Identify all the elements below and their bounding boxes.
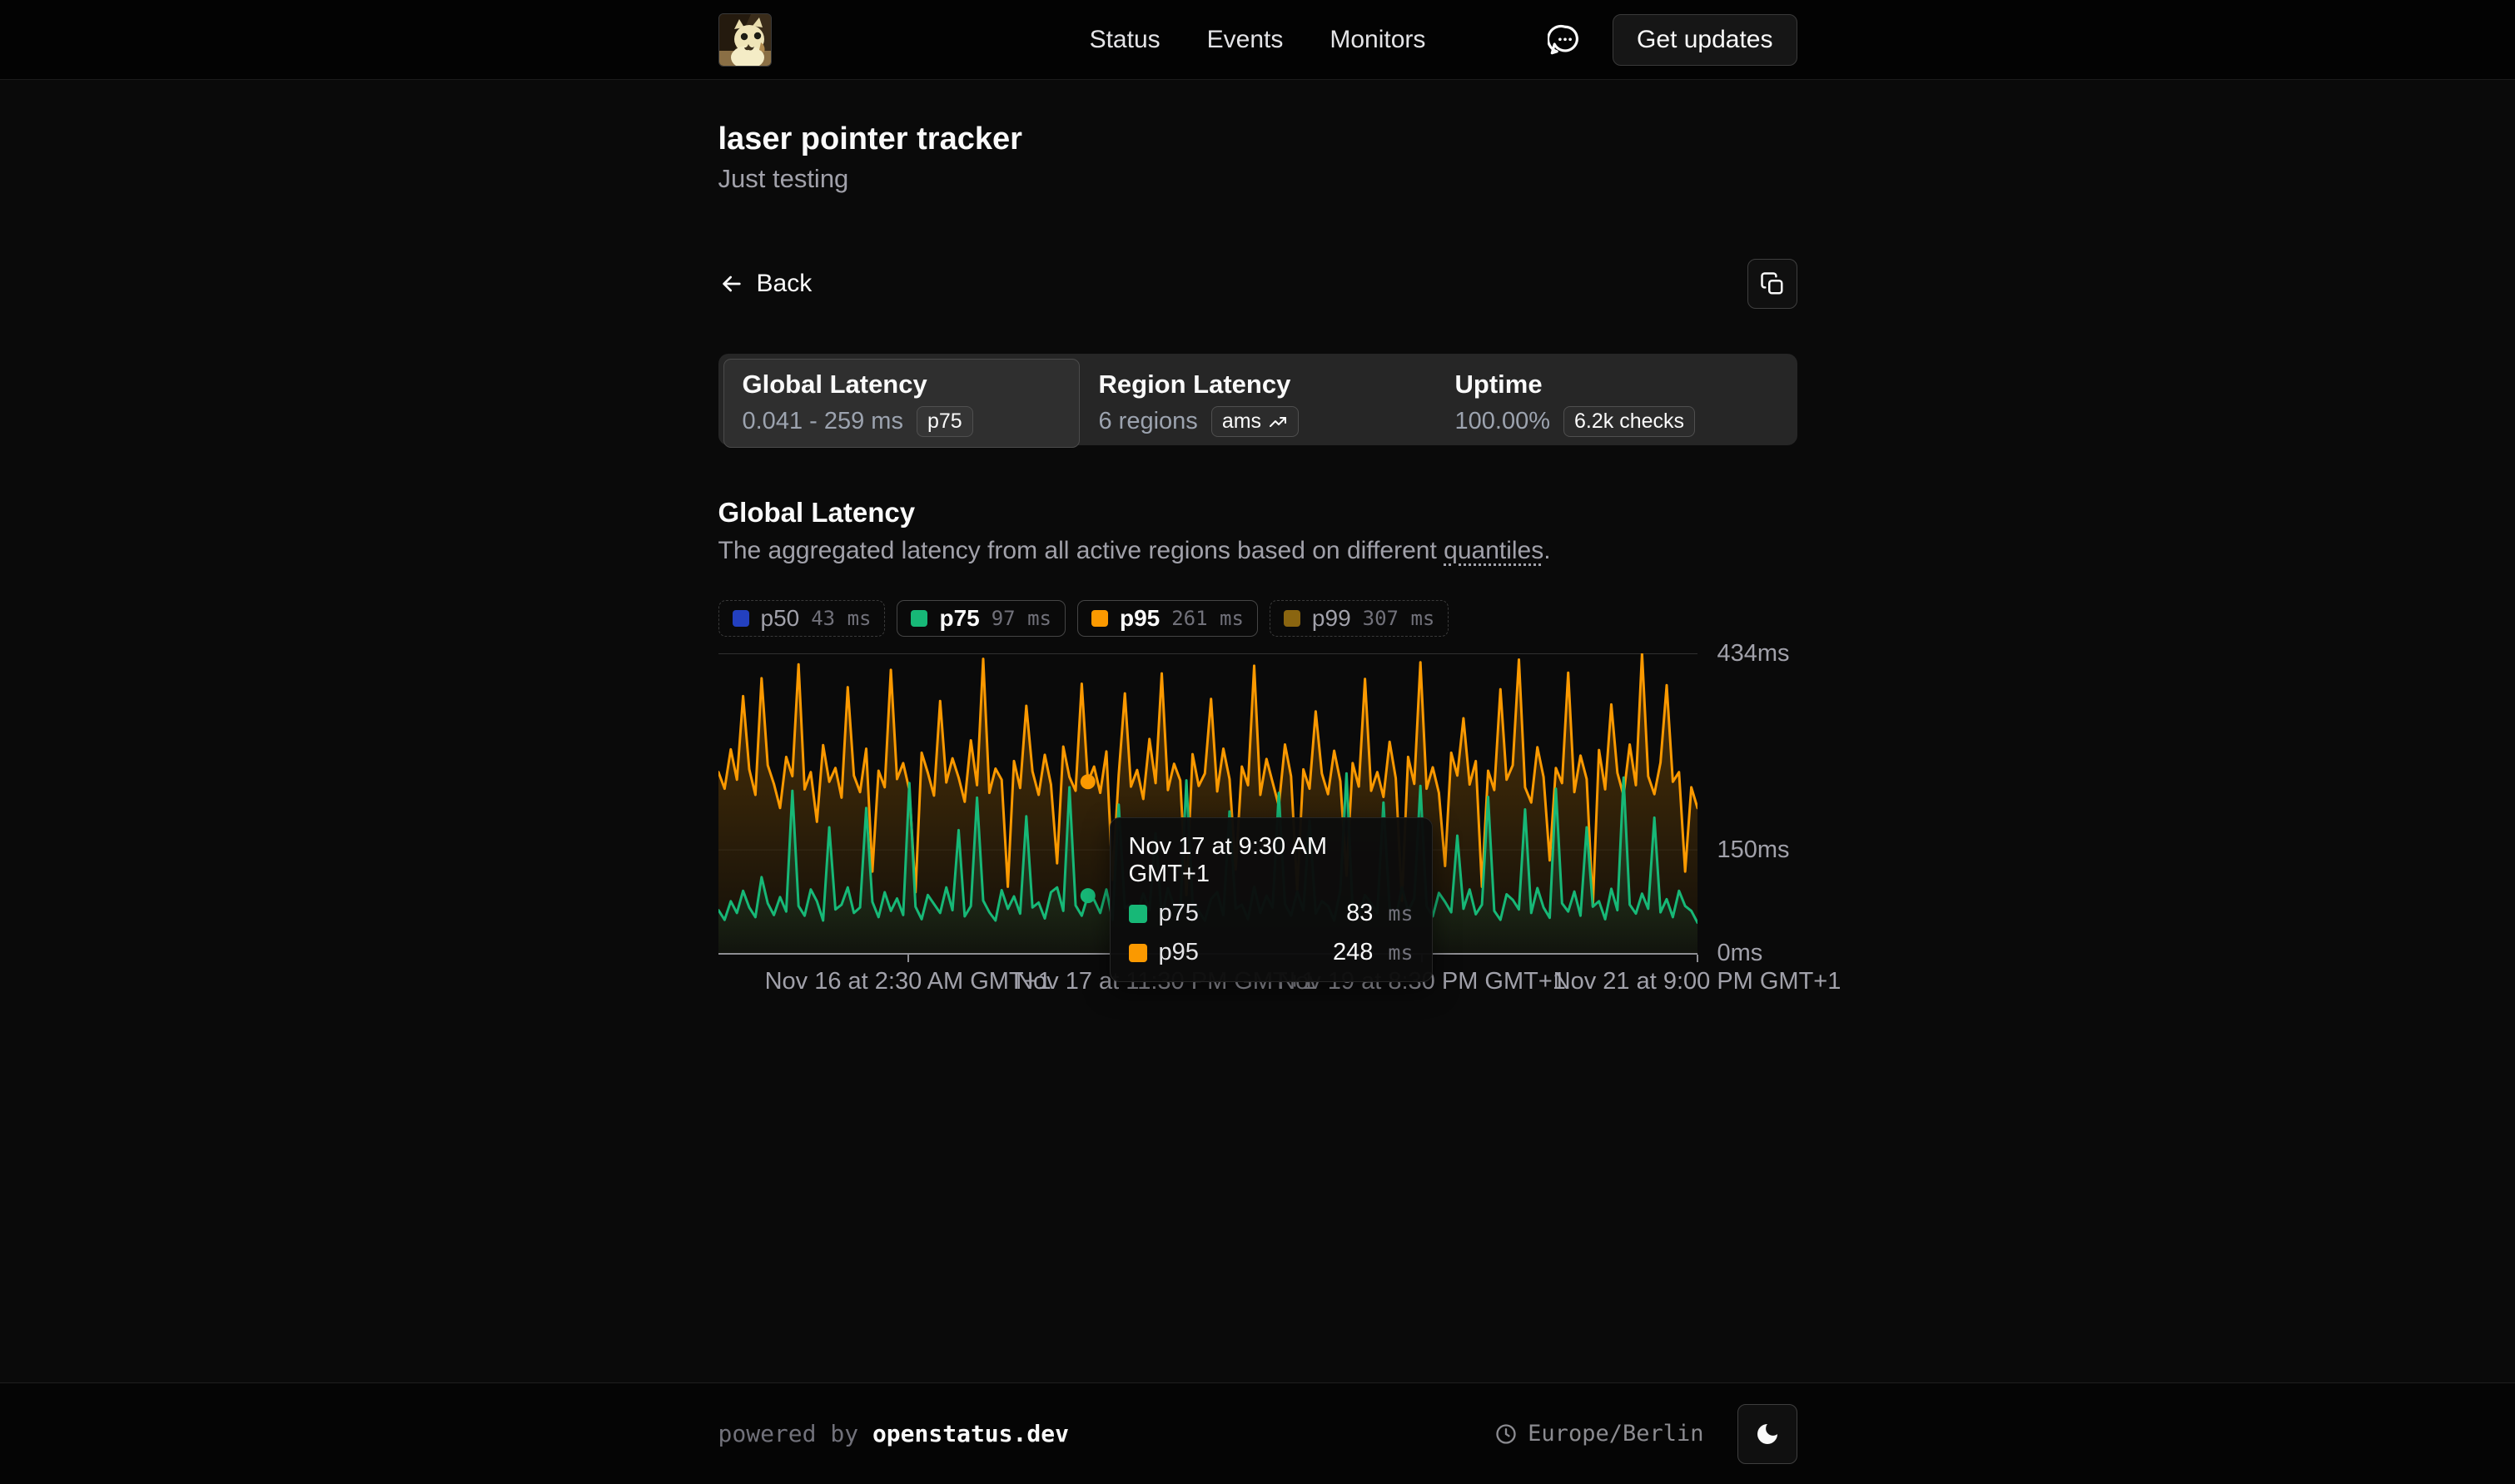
nav-link-monitors[interactable]: Monitors xyxy=(1330,26,1425,54)
moon-icon xyxy=(1754,1421,1781,1447)
arrow-left-icon xyxy=(718,270,745,297)
chat-bubble-icon xyxy=(1548,22,1583,57)
chart-legend: p50 43 ms p75 97 ms p95 261 ms p99 307 m… xyxy=(718,600,1797,637)
tab-label: Region Latency xyxy=(1099,370,1417,400)
legend-badge-p50[interactable]: p50 43 ms xyxy=(718,600,886,637)
tab-value: 0.041 - 259 ms xyxy=(743,408,903,435)
nav-right-group: Get updates xyxy=(1548,14,1797,66)
legend-badge-p75[interactable]: p75 97 ms xyxy=(897,600,1066,637)
tab-value: 6 regions xyxy=(1099,408,1198,435)
legend-badge-p95[interactable]: p95 261 ms xyxy=(1077,600,1258,637)
quantile-badge: p75 xyxy=(917,406,973,437)
p95-swatch xyxy=(1091,610,1108,627)
page-title: laser pointer tracker xyxy=(718,122,1797,157)
page-subtitle: Just testing xyxy=(718,164,1797,194)
p75-swatch xyxy=(1129,905,1147,923)
description-text: The aggregated latency from all active r… xyxy=(718,537,1444,564)
tooltip-label: p95 xyxy=(1159,939,1199,966)
back-row: Back xyxy=(718,259,1797,309)
tooltip-title: Nov 17 at 9:30 AM GMT+1 xyxy=(1129,833,1414,888)
tooltip-label: p75 xyxy=(1159,900,1199,927)
y-axis-label: 434ms xyxy=(1717,641,1790,666)
x-axis-label: Nov 21 at 9:00 PM GMT+1 xyxy=(1553,968,1842,995)
p75-swatch xyxy=(911,610,927,627)
description-period: . xyxy=(1543,537,1550,564)
metric-tabbar: Global Latency 0.041 - 259 ms p75 Region… xyxy=(718,354,1797,445)
legend-value: 307 ms xyxy=(1363,607,1435,630)
p95-swatch xyxy=(1129,944,1147,962)
y-axis-label: 0ms xyxy=(1717,941,1763,965)
tab-value: 100.00% xyxy=(1455,408,1551,435)
nav-link-status[interactable]: Status xyxy=(1090,26,1161,54)
legend-badge-p99[interactable]: p99 307 ms xyxy=(1270,600,1449,637)
tooltip-row-p95: p95 248 ms xyxy=(1129,939,1414,966)
p99-swatch xyxy=(1284,610,1300,627)
tab-uptime[interactable]: Uptime 100.00% 6.2k checks xyxy=(1436,359,1792,448)
legend-value: 97 ms xyxy=(992,607,1051,630)
legend-label: p75 xyxy=(939,605,979,632)
cat-logo-image xyxy=(719,14,771,66)
checks-badge: 6.2k checks xyxy=(1563,406,1695,437)
timezone-label: Europe/Berlin xyxy=(1528,1421,1703,1447)
openstatus-link[interactable]: openstatus.dev xyxy=(872,1420,1069,1447)
tooltip-row-p75: p75 83 ms xyxy=(1129,900,1414,927)
tab-region-latency[interactable]: Region Latency 6 regions ams xyxy=(1080,359,1436,448)
region-badge: ams xyxy=(1211,406,1299,437)
x-axis-tick xyxy=(1697,955,1698,962)
tooltip-value: 83 xyxy=(1346,900,1373,927)
tab-global-latency[interactable]: Global Latency 0.041 - 259 ms p75 xyxy=(723,359,1080,448)
p95-hover-dot xyxy=(1080,774,1095,789)
tab-label: Global Latency xyxy=(743,370,1061,400)
x-axis-tick xyxy=(907,955,909,962)
region-badge-label: ams xyxy=(1222,409,1261,434)
trending-up-icon xyxy=(1268,412,1288,432)
nav-links: Status Events Monitors xyxy=(1090,26,1426,54)
legend-label: p50 xyxy=(761,605,800,632)
back-label: Back xyxy=(757,270,813,298)
y-axis-label: 150ms xyxy=(1717,837,1790,862)
legend-label: p95 xyxy=(1120,605,1160,632)
latency-chart[interactable]: Nov 16 at 2:30 AM GMT+1Nov 17 at 11:30 P… xyxy=(718,653,1797,1003)
footer: powered by openstatus.dev Europe/Berlin xyxy=(0,1382,2515,1484)
legend-value: 43 ms xyxy=(811,607,871,630)
legend-label: p99 xyxy=(1312,605,1351,632)
tooltip-unit: ms xyxy=(1388,941,1413,965)
p75-hover-dot xyxy=(1080,888,1095,903)
chart-tooltip: Nov 17 at 9:30 AM GMT+1 p75 83 ms p95 24… xyxy=(1110,817,1433,982)
section-title: Global Latency xyxy=(718,497,1797,529)
tooltip-value: 248 xyxy=(1333,939,1373,966)
tab-label: Uptime xyxy=(1455,370,1773,400)
theme-toggle-button[interactable] xyxy=(1737,1404,1797,1464)
y-axis: 434ms150ms0ms xyxy=(1717,653,1797,953)
section-description: The aggregated latency from all active r… xyxy=(718,537,1797,565)
quantiles-link[interactable]: quantiles xyxy=(1444,537,1543,564)
logo[interactable] xyxy=(718,13,772,67)
navbar: Status Events Monitors Get updates xyxy=(0,0,2515,80)
copy-button[interactable] xyxy=(1747,259,1797,309)
main-content: laser pointer tracker Just testing Back … xyxy=(0,80,2515,1382)
legend-value: 261 ms xyxy=(1171,607,1244,630)
back-link[interactable]: Back xyxy=(718,270,813,298)
get-updates-button[interactable]: Get updates xyxy=(1613,14,1797,66)
timezone-display: Europe/Berlin xyxy=(1494,1421,1703,1447)
clock-icon xyxy=(1494,1422,1518,1446)
powered-by-label: powered by xyxy=(718,1420,859,1447)
p50-swatch xyxy=(733,610,749,627)
x-axis-label: Nov 16 at 2:30 AM GMT+1 xyxy=(765,968,1051,995)
chat-button[interactable] xyxy=(1548,22,1583,57)
powered-by: powered by openstatus.dev xyxy=(718,1420,1069,1447)
copy-icon xyxy=(1760,271,1785,296)
nav-link-events[interactable]: Events xyxy=(1207,26,1284,54)
tooltip-unit: ms xyxy=(1388,901,1413,926)
